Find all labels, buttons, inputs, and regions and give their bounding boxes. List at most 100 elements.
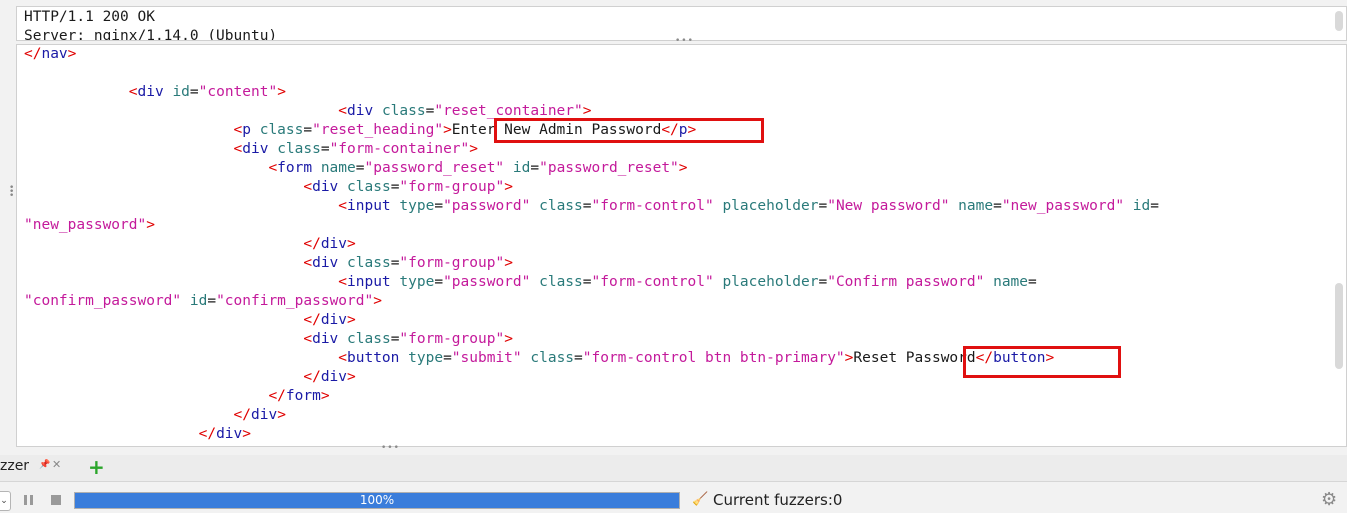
code-token-tag: input	[347, 198, 391, 214]
code-token-bracket: >	[146, 217, 155, 233]
code-token-str: "password_reset"	[539, 160, 679, 176]
code-token-str: "password_reset"	[364, 160, 505, 176]
highlight-button-text	[963, 346, 1121, 378]
pause-button[interactable]	[24, 495, 34, 505]
code-token-attr: name	[993, 274, 1029, 290]
bottom-splitter-handle[interactable]: •••	[381, 443, 400, 453]
code-token-bracket: <	[338, 198, 348, 214]
code-token-attr: id	[1132, 198, 1151, 214]
tab-fuzzer[interactable]: zzer	[0, 458, 29, 474]
code-line: <input type="password" class="form-contr…	[24, 273, 1159, 292]
left-resize-grip[interactable]: • • •	[9, 184, 14, 201]
code-token-attr: type	[399, 274, 435, 290]
code-token-bracket: >	[373, 293, 382, 309]
code-token-tag: form	[277, 160, 313, 176]
code-token-str: "new_password"	[1001, 198, 1125, 214]
code-token-str: "password"	[443, 198, 531, 214]
code-line: </nav>	[24, 45, 1159, 64]
code-token-txt: =	[582, 274, 592, 290]
code-token-txt: =	[1150, 198, 1159, 214]
gear-icon[interactable]: ⚙	[1321, 489, 1337, 510]
header-scrollbar[interactable]	[1335, 11, 1343, 31]
code-token-bracket: >	[277, 407, 286, 423]
code-token-str: "reset_container"	[434, 103, 583, 119]
code-token-attr: type	[408, 350, 444, 366]
broom-icon[interactable]: 🧹	[692, 492, 708, 507]
fuzzer-tab-bar: zzer 📌 ✕ +	[0, 455, 1347, 482]
code-token-attr: class	[277, 141, 321, 157]
code-line: <input type="password" class="form-contr…	[24, 197, 1159, 216]
current-fuzzers-label: Current fuzzers:0	[713, 491, 843, 509]
code-token-attr: id	[172, 84, 190, 100]
code-token-txt: =	[434, 274, 444, 290]
code-token-txt: =	[434, 198, 444, 214]
code-line: <div class="form-group">	[24, 254, 1159, 273]
code-token-str: "form-control btn btn-primary"	[582, 350, 845, 366]
code-token-bracket: >	[347, 312, 356, 328]
header-status-line: HTTP/1.1 200 OK	[24, 9, 155, 25]
code-line: </div>	[24, 311, 1159, 330]
code-view: </nav> <div id="content"> < div class = "re…	[24, 45, 1159, 444]
code-token-attr: id	[512, 160, 531, 176]
code-token-str: "Confirm password"	[827, 274, 985, 290]
fuzzer-status-bar: ⌄ 100% 🧹 Current fuzzers:0 ⚙	[0, 488, 1347, 513]
code-token-tag: div	[312, 331, 339, 347]
code-token-tag: div	[312, 255, 339, 271]
code-token-tag: input	[347, 274, 391, 290]
code-token-tag: div	[320, 369, 348, 385]
code-token-tag: div	[137, 84, 164, 100]
add-tab-icon[interactable]: +	[88, 455, 105, 479]
code-token-txt: =	[818, 274, 828, 290]
close-icon[interactable]: ✕	[52, 458, 61, 471]
stop-button[interactable]	[51, 495, 61, 505]
code-token-bracket: </	[233, 407, 251, 423]
code-token-bracket: >	[242, 426, 252, 442]
code-token-tag: p	[242, 122, 251, 138]
code-token-bracket: >	[347, 236, 356, 252]
code-token-attr: type	[399, 198, 435, 214]
code-token-str: "form-control"	[591, 274, 714, 290]
code-token-bracket: </	[198, 426, 217, 442]
chevron-down-icon[interactable]: ⌄	[0, 491, 11, 511]
code-token-attr: placeholder	[722, 274, 819, 290]
code-token-str: "reset_heading"	[312, 122, 444, 138]
code-line: </div>	[24, 406, 1159, 425]
code-token-txt: Reset Password	[853, 350, 976, 366]
body-scrollbar[interactable]	[1335, 283, 1343, 369]
code-line: </div>	[24, 235, 1159, 254]
code-token-bracket: </	[303, 312, 321, 328]
code-token-bracket: <	[233, 122, 243, 138]
code-token-bracket: >	[67, 46, 77, 62]
header-server-line: Server: nginx/1.14.0 (Ubuntu)	[24, 28, 278, 41]
code-token-str: "confirm_password"	[216, 293, 374, 309]
code-token-bracket: </	[268, 388, 286, 404]
code-token-tag: button	[347, 350, 400, 366]
code-token-attr: class	[347, 331, 391, 347]
code-token-bracket: >	[320, 388, 330, 404]
code-token-bracket: <	[268, 160, 278, 176]
code-line: "new_password">	[24, 216, 1159, 235]
code-token-txt: =	[582, 198, 592, 214]
code-token-str: "confirm_password"	[24, 293, 182, 309]
code-token-txt: =	[1028, 274, 1037, 290]
code-token-str: "submit"	[451, 350, 522, 366]
pin-icon[interactable]: 📌	[39, 460, 50, 470]
code-token-tag: form	[285, 388, 321, 404]
response-body-pane[interactable]: </nav> <div id="content"> < div class = "re…	[16, 44, 1347, 447]
code-line: <div id="content">	[24, 83, 1159, 102]
